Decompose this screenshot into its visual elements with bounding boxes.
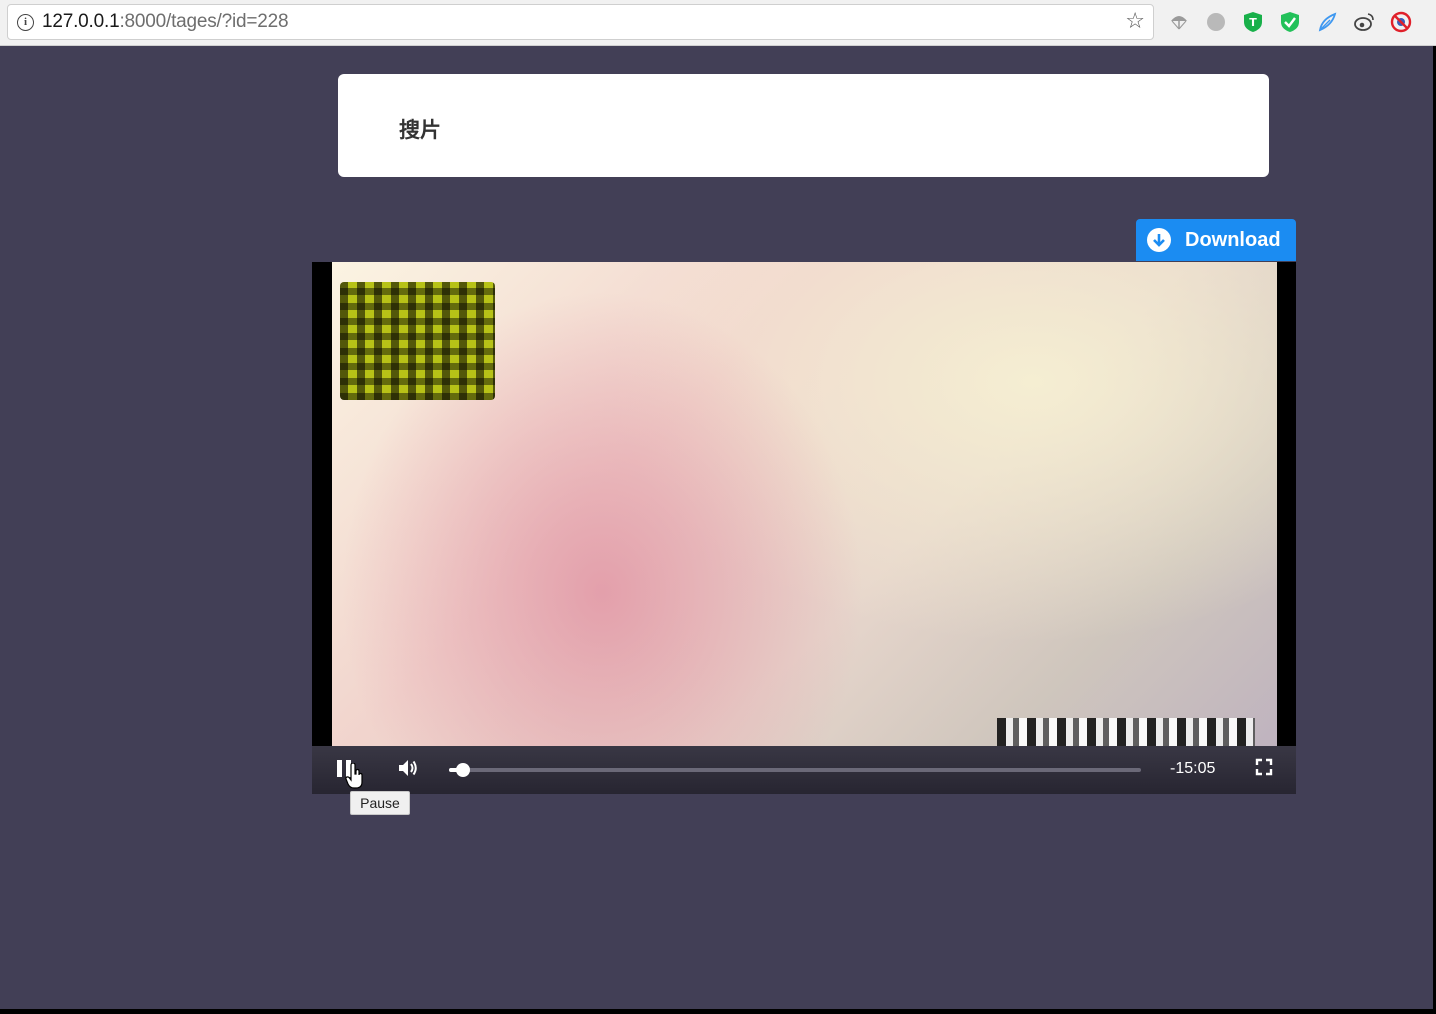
time-remaining: -15:05 — [1170, 760, 1216, 777]
video-controls: -15:05 — [312, 746, 1296, 794]
info-icon[interactable]: i — [17, 13, 34, 31]
parachute-icon[interactable] — [1168, 11, 1190, 33]
progress-bar[interactable] — [449, 763, 1141, 777]
header-card: 搜片 — [338, 74, 1269, 177]
pixelated-logo — [340, 282, 495, 400]
fullscreen-icon[interactable] — [1255, 758, 1273, 776]
pause-tooltip: Pause — [350, 791, 410, 815]
svg-text:T: T — [1249, 16, 1257, 29]
download-label: Download — [1185, 228, 1281, 251]
url-path: :8000/tages/?id=228 — [119, 11, 289, 32]
pixelated-watermark — [997, 718, 1255, 746]
hand-cursor-icon — [345, 762, 365, 789]
page-title: 搜片 — [399, 118, 441, 142]
feather-icon[interactable] — [1316, 11, 1338, 33]
url-text[interactable]: 127.0.0.1:8000/tages/?id=228 — [42, 11, 289, 33]
circle-icon[interactable] — [1205, 11, 1227, 33]
blocker-icon[interactable] — [1390, 11, 1412, 33]
progress-thumb[interactable] — [455, 763, 470, 777]
url-host: 127.0.0.1 — [42, 11, 120, 32]
video-frame[interactable] — [332, 262, 1277, 746]
weibo-icon[interactable] — [1353, 11, 1375, 33]
video-player[interactable]: -15:05 — [312, 262, 1296, 794]
address-bar[interactable]: i 127.0.0.1:8000/tages/?id=228 ☆ — [7, 4, 1154, 40]
volume-icon[interactable] — [396, 756, 420, 780]
shield-t-icon[interactable]: T — [1242, 11, 1264, 33]
shield-check-icon[interactable] — [1279, 11, 1301, 33]
download-button[interactable]: Download — [1136, 219, 1296, 261]
bookmark-star-icon[interactable]: ☆ — [1125, 10, 1145, 34]
download-arrow-icon — [1147, 228, 1171, 252]
browser-toolbar: i 127.0.0.1:8000/tages/?id=228 ☆ T — [0, 0, 1436, 46]
window-bottom-edge — [0, 1009, 1436, 1014]
